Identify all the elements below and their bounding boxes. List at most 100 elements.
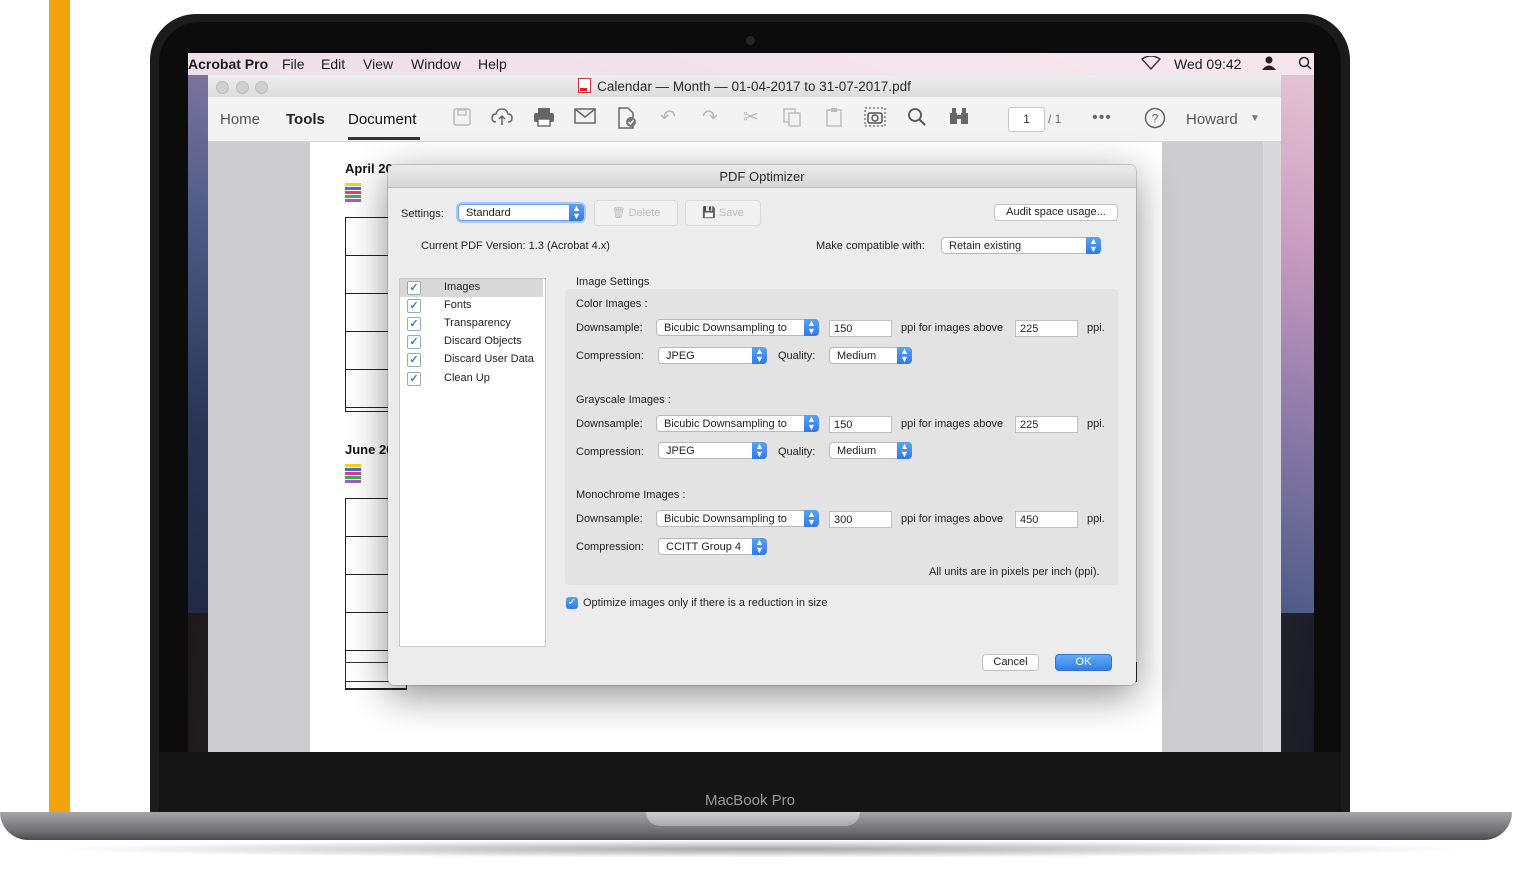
redo-icon[interactable]: ↷ <box>699 107 721 129</box>
chevron-updown-icon: ▲ ▼ <box>752 347 767 364</box>
units-note: All units are in pixels per inch (ppi). <box>929 566 1100 578</box>
category-discard-objects[interactable]: ✓ Discard Objects <box>400 333 543 351</box>
ppi-above-label: ppi for images above <box>901 418 1004 430</box>
category-discard-user-data[interactable]: ✓ Discard User Data <box>400 351 543 369</box>
checkbox-checked-icon[interactable]: ✓ <box>407 317 421 331</box>
menu-help[interactable]: Help <box>478 56 507 72</box>
user-account-menu[interactable]: Howard <box>1186 111 1238 128</box>
color-compression-select[interactable]: JPEG ▲ ▼ <box>658 347 767 364</box>
checkbox-checked-icon[interactable]: ✓ <box>407 299 421 313</box>
menu-edit[interactable]: Edit <box>321 56 345 72</box>
calendar-legend <box>345 463 385 493</box>
quality-label: Quality: <box>778 350 816 362</box>
select-value: JPEG <box>666 445 695 457</box>
gray-quality-select[interactable]: Medium ▲ ▼ <box>829 442 912 459</box>
checkbox-checked-icon[interactable]: ✓ <box>407 281 421 295</box>
color-above-input[interactable]: 225 <box>1015 320 1078 337</box>
laptop-shadow <box>40 840 1480 858</box>
protect-document-icon[interactable] <box>616 107 638 129</box>
tab-home[interactable]: Home <box>220 111 260 128</box>
user-icon[interactable] <box>1262 56 1276 73</box>
category-label: Images <box>444 281 481 293</box>
checkbox-checked-icon[interactable]: ✓ <box>407 372 421 386</box>
laptop-hinge-notch <box>646 812 860 826</box>
gray-above-input[interactable]: 225 <box>1015 416 1078 433</box>
save-settings-button[interactable]: 💾 Save <box>685 200 761 226</box>
ppi-above-label: ppi for images above <box>901 322 1004 334</box>
downsample-label: Downsample: <box>576 418 643 430</box>
camera-icon <box>746 36 755 45</box>
mono-downsample-select[interactable]: Bicubic Downsampling to ▲ ▼ <box>656 510 819 527</box>
menu-view[interactable]: View <box>363 56 393 72</box>
checkbox-checked-icon[interactable]: ✓ <box>407 335 421 349</box>
chevron-updown-icon: ▲ ▼ <box>897 347 912 364</box>
audit-space-usage-button[interactable]: Audit space usage... <box>994 204 1118 221</box>
category-transparency[interactable]: ✓ Transparency <box>400 315 543 333</box>
delete-button[interactable]: 🗑 Delete <box>594 200 678 226</box>
print-icon[interactable] <box>533 107 555 129</box>
compat-select[interactable]: Retain existing ▲ ▼ <box>941 237 1101 254</box>
laptop-screen: Acrobat Pro File Edit View Window Help W… <box>188 53 1314 752</box>
gray-compression-select[interactable]: JPEG ▲ ▼ <box>658 442 767 459</box>
ok-button[interactable]: OK <box>1055 654 1112 671</box>
gray-downsample-select[interactable]: Bicubic Downsampling to ▲ ▼ <box>656 415 819 432</box>
menu-file[interactable]: File <box>282 56 305 72</box>
binoculars-icon[interactable] <box>948 107 970 129</box>
category-images[interactable]: ✓ Images <box>400 279 543 297</box>
color-quality-select[interactable]: Medium ▲ ▼ <box>829 347 912 364</box>
copy-icon[interactable] <box>781 107 803 129</box>
svg-text:?: ? <box>1152 112 1159 126</box>
quality-label: Quality: <box>778 446 816 458</box>
mono-compression-select[interactable]: CCITT Group 4 ▲ ▼ <box>658 538 767 555</box>
color-downsample-select[interactable]: Bicubic Downsampling to ▲ ▼ <box>656 319 819 336</box>
document-scrollbar[interactable] <box>1263 142 1281 752</box>
settings-label: Settings: <box>401 208 444 220</box>
menu-window[interactable]: Window <box>411 56 461 72</box>
compat-label: Make compatible with: <box>816 240 925 252</box>
legend-swatch <box>345 191 361 194</box>
trash-icon: 🗑 <box>611 207 626 219</box>
page-total: / 1 <box>1048 112 1062 126</box>
menu-clock[interactable]: Wed 09:42 <box>1174 56 1241 72</box>
mono-above-input[interactable]: 450 <box>1015 511 1078 528</box>
page-number-input[interactable]: 1 <box>1008 107 1045 132</box>
category-label: Discard Objects <box>444 335 522 347</box>
paste-icon[interactable] <box>823 107 845 129</box>
undo-icon[interactable]: ↶ <box>657 107 679 129</box>
cut-icon[interactable]: ✂ <box>740 107 762 129</box>
tab-tools[interactable]: Tools <box>286 111 325 128</box>
downsample-label: Downsample: <box>576 322 643 334</box>
mono-ppi-input[interactable]: 300 <box>829 511 892 528</box>
optimize-images-label: Optimize images only if there is a reduc… <box>583 597 828 609</box>
tab-document[interactable]: Document <box>348 111 416 128</box>
chevron-down-icon[interactable]: ▼ <box>1250 113 1260 124</box>
cloud-upload-icon[interactable] <box>491 107 513 129</box>
legend-swatch <box>345 183 361 186</box>
legend-swatch <box>345 472 361 475</box>
select-value: Bicubic Downsampling to <box>664 418 787 430</box>
downsample-label: Downsample: <box>576 513 643 525</box>
spotlight-search-icon[interactable] <box>1298 56 1312 73</box>
category-fonts[interactable]: ✓ Fonts <box>400 297 543 315</box>
optimize-images-checkbox[interactable]: ✓ <box>566 597 578 609</box>
cancel-button[interactable]: Cancel <box>982 654 1039 671</box>
more-tools-icon[interactable]: ••• <box>1091 107 1113 129</box>
dialog-titlebar: PDF Optimizer <box>388 165 1136 188</box>
compression-label: Compression: <box>576 446 644 458</box>
chevron-updown-icon: ▲ ▼ <box>752 538 767 555</box>
gray-ppi-input[interactable]: 150 <box>829 416 892 433</box>
email-icon[interactable] <box>574 107 596 129</box>
help-icon[interactable]: ? <box>1144 107 1166 129</box>
color-ppi-input[interactable]: 150 <box>829 320 892 337</box>
wifi-icon[interactable] <box>1140 55 1162 73</box>
checkbox-checked-icon[interactable]: ✓ <box>407 353 421 367</box>
settings-select[interactable]: Standard ▲ ▼ <box>458 204 584 221</box>
menu-app-name[interactable]: Acrobat Pro <box>188 56 268 72</box>
category-label: Discard User Data <box>444 353 534 365</box>
category-label: Transparency <box>444 317 511 329</box>
search-icon[interactable] <box>906 107 928 129</box>
category-clean-up[interactable]: ✓ Clean Up <box>400 370 543 388</box>
save-icon: 💾 <box>702 207 716 219</box>
snapshot-icon[interactable] <box>864 107 886 129</box>
save-icon[interactable] <box>451 107 473 129</box>
